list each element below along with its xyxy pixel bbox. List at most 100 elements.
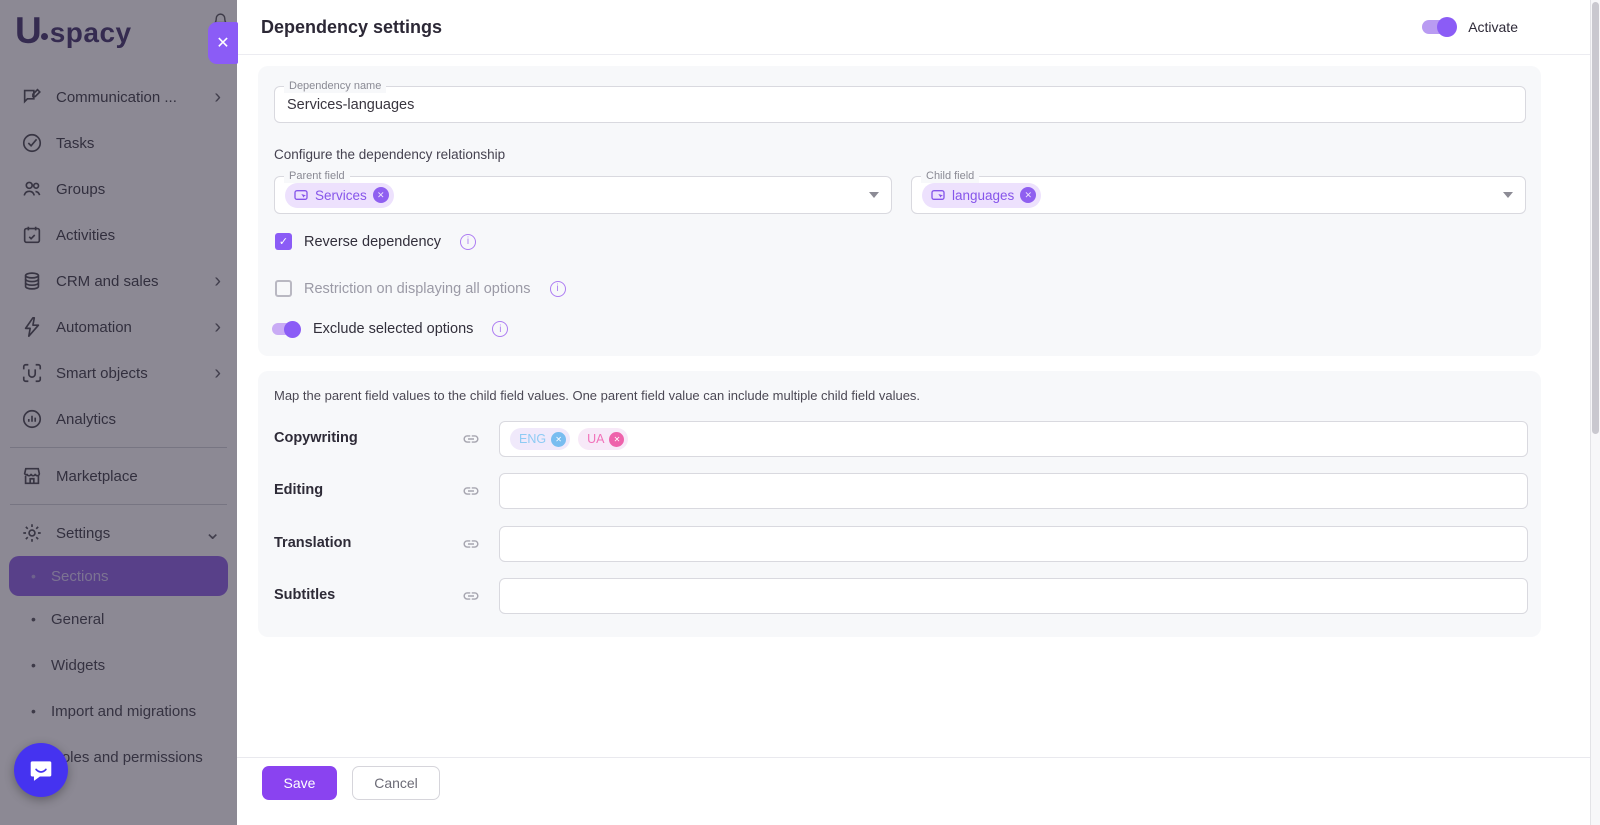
parent-field-chip: Services ✕ <box>285 182 394 208</box>
sidebar-item-label: CRM and sales <box>56 272 159 290</box>
reverse-dependency-label: Reverse dependency <box>304 233 442 250</box>
close-icon: ✕ <box>216 35 230 52</box>
sidebar-subitem-label: Widgets <box>51 656 106 674</box>
scrollbar-thumb[interactable] <box>1592 2 1599 434</box>
lightning-icon <box>24 317 40 337</box>
modal-header: Dependency settings Activate <box>237 0 1600 55</box>
sidebar-subitem-label: Roles and permissions <box>51 748 203 766</box>
close-button[interactable]: ✕ <box>208 22 238 64</box>
dependency-settings-modal: Dependency settings Activate Dependency … <box>237 0 1600 825</box>
value-chip-eng: ENG ✕ <box>510 428 571 450</box>
check-icon: ✓ <box>278 236 289 248</box>
exclude-option: Exclude selected options i <box>272 320 509 338</box>
info-icon[interactable]: i <box>492 321 509 337</box>
sidebar-item-label: Analytics <box>56 410 117 428</box>
dependency-name-field: Dependency name <box>274 79 1526 123</box>
chevron-right-icon: › <box>214 316 221 338</box>
sidebar-item-general[interactable]: • General <box>0 596 237 642</box>
sidebar-item-settings[interactable]: Settings ⌄ <box>0 510 237 556</box>
smart-frame-icon <box>22 363 42 383</box>
value-chip-label: ENG <box>519 432 547 446</box>
sidebar-divider <box>10 504 227 505</box>
child-field-select[interactable]: Child field languages ✕ <box>911 169 1526 214</box>
people-icon <box>23 181 41 196</box>
sidebar-divider <box>10 447 227 448</box>
remove-chip-icon[interactable]: ✕ <box>1020 187 1037 203</box>
bullet-icon: • <box>31 568 36 584</box>
mapping-section: Map the parent field values to the child… <box>258 371 1541 637</box>
bullet-icon: • <box>31 703 36 719</box>
configuration-section: Dependency name Configure the dependency… <box>258 66 1541 356</box>
parent-field-chip-label: Services <box>315 187 367 203</box>
mapping-values-input-translation[interactable] <box>499 526 1528 562</box>
bullet-icon: • <box>31 657 36 673</box>
sidebar-item-label: Tasks <box>56 134 95 152</box>
activate-toggle-group: Activate <box>1422 17 1518 37</box>
sidebar-item-smart-objects[interactable]: Smart objects › <box>0 350 237 396</box>
info-icon[interactable]: i <box>549 280 566 297</box>
sidebar-item-analytics[interactable]: Analytics <box>0 396 237 442</box>
sidebar-item-activities[interactable]: Activities <box>0 212 237 258</box>
sidebar-item-label: Automation <box>56 318 132 336</box>
sidebar-item-automation[interactable]: Automation › <box>0 304 237 350</box>
save-button[interactable]: Save <box>262 766 337 800</box>
sidebar-item-sections[interactable]: • Sections <box>9 556 228 596</box>
child-field-chip: languages ✕ <box>922 182 1042 208</box>
sidebar-item-label: Marketplace <box>56 467 138 485</box>
mapping-row-label: Editing <box>274 482 324 498</box>
gear-icon <box>23 524 41 542</box>
logo-dot-icon <box>40 33 48 41</box>
mapping-row-label: Subtitles <box>274 587 336 603</box>
sidebar-subitem-label: Sections <box>51 567 109 585</box>
sidebar-item-widgets[interactable]: • Widgets <box>0 642 237 688</box>
exclude-toggle[interactable] <box>272 320 301 338</box>
remove-chip-icon[interactable]: ✕ <box>551 431 567 447</box>
remove-chip-icon[interactable]: ✕ <box>372 187 389 203</box>
chevron-down-icon[interactable] <box>1503 192 1513 198</box>
sidebar-subitem-label: General <box>51 610 105 628</box>
reverse-dependency-checkbox[interactable]: ✓ <box>275 233 292 250</box>
logo-text: spacy <box>49 17 132 49</box>
sidebar-item-label: Groups <box>56 180 106 198</box>
uspacy-logo: U spacy <box>15 10 132 51</box>
parent-field-select[interactable]: Parent field Services ✕ <box>274 169 892 214</box>
dependency-name-input[interactable] <box>275 87 1525 122</box>
sidebar: U spacy Communication ... › Tasks Groups… <box>0 0 237 825</box>
scrollbar-track[interactable] <box>1590 0 1600 825</box>
link-icon <box>462 587 480 610</box>
activate-toggle[interactable] <box>1422 17 1458 37</box>
child-field-chip-label: languages <box>952 187 1015 203</box>
chat-bubble-icon <box>30 761 52 781</box>
cancel-button[interactable]: Cancel <box>352 766 440 800</box>
chat-icon <box>23 88 41 104</box>
mapping-values-input-subtitles[interactable] <box>499 578 1528 614</box>
mapping-row-label: Translation <box>274 535 352 551</box>
sidebar-item-tasks[interactable]: Tasks <box>0 120 237 166</box>
mapping-row-label: Copywriting <box>274 430 358 446</box>
sidebar-item-crm[interactable]: CRM and sales › <box>0 258 237 304</box>
field-type-icon <box>294 190 308 200</box>
value-chip-ua: UA ✕ <box>578 428 629 450</box>
mapping-values-input-editing[interactable] <box>499 473 1528 509</box>
sidebar-item-import-migrations[interactable]: • Import and migrations <box>0 688 237 734</box>
mapping-values-input-copywriting[interactable]: ENG ✕ UA ✕ <box>499 421 1528 457</box>
sidebar-item-communication[interactable]: Communication ... › <box>0 74 237 120</box>
reverse-dependency-option: ✓ Reverse dependency i <box>275 233 477 250</box>
exclude-label: Exclude selected options <box>313 321 474 337</box>
restriction-checkbox[interactable] <box>275 280 292 297</box>
child-field-label: Child field <box>921 169 980 183</box>
sidebar-item-groups[interactable]: Groups <box>0 166 237 212</box>
chevron-down-icon: ⌄ <box>204 522 221 544</box>
info-icon[interactable]: i <box>460 233 477 250</box>
chat-support-button[interactable] <box>14 743 68 797</box>
sidebar-item-label: Smart objects <box>56 364 148 382</box>
chevron-down-icon[interactable] <box>869 192 879 198</box>
sidebar-item-marketplace[interactable]: Marketplace <box>0 453 237 499</box>
configure-heading: Configure the dependency relationship <box>274 147 506 162</box>
logo-initial: U <box>15 10 42 51</box>
link-icon <box>462 482 480 505</box>
remove-chip-icon[interactable]: ✕ <box>609 431 625 447</box>
dependency-name-label: Dependency name <box>284 79 387 93</box>
sidebar-item-label: Communication ... <box>56 88 177 106</box>
analytics-icon <box>22 409 42 429</box>
